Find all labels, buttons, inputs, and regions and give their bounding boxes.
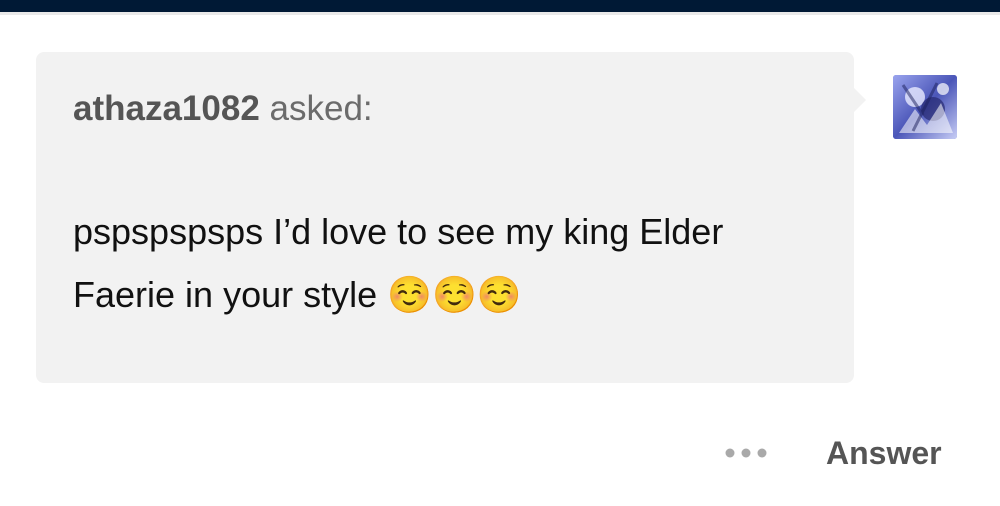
question-text: pspspspsps I’d love to see my king Elder… xyxy=(73,211,724,315)
top-divider xyxy=(0,12,1000,15)
avatar[interactable] xyxy=(893,75,957,139)
ask-bubble-tail xyxy=(852,86,866,114)
asker-line: athaza1082 asked: xyxy=(73,88,373,130)
asker-name-link[interactable]: athaza1082 xyxy=(73,89,260,128)
asked-label: asked: xyxy=(269,89,373,128)
ellipsis-icon xyxy=(725,448,767,458)
top-navigation-bar xyxy=(0,0,1000,12)
more-options-button[interactable] xyxy=(716,435,776,471)
answer-button[interactable]: Answer xyxy=(826,431,942,475)
post-footer: Answer xyxy=(0,425,1000,485)
avatar-image xyxy=(893,75,957,139)
